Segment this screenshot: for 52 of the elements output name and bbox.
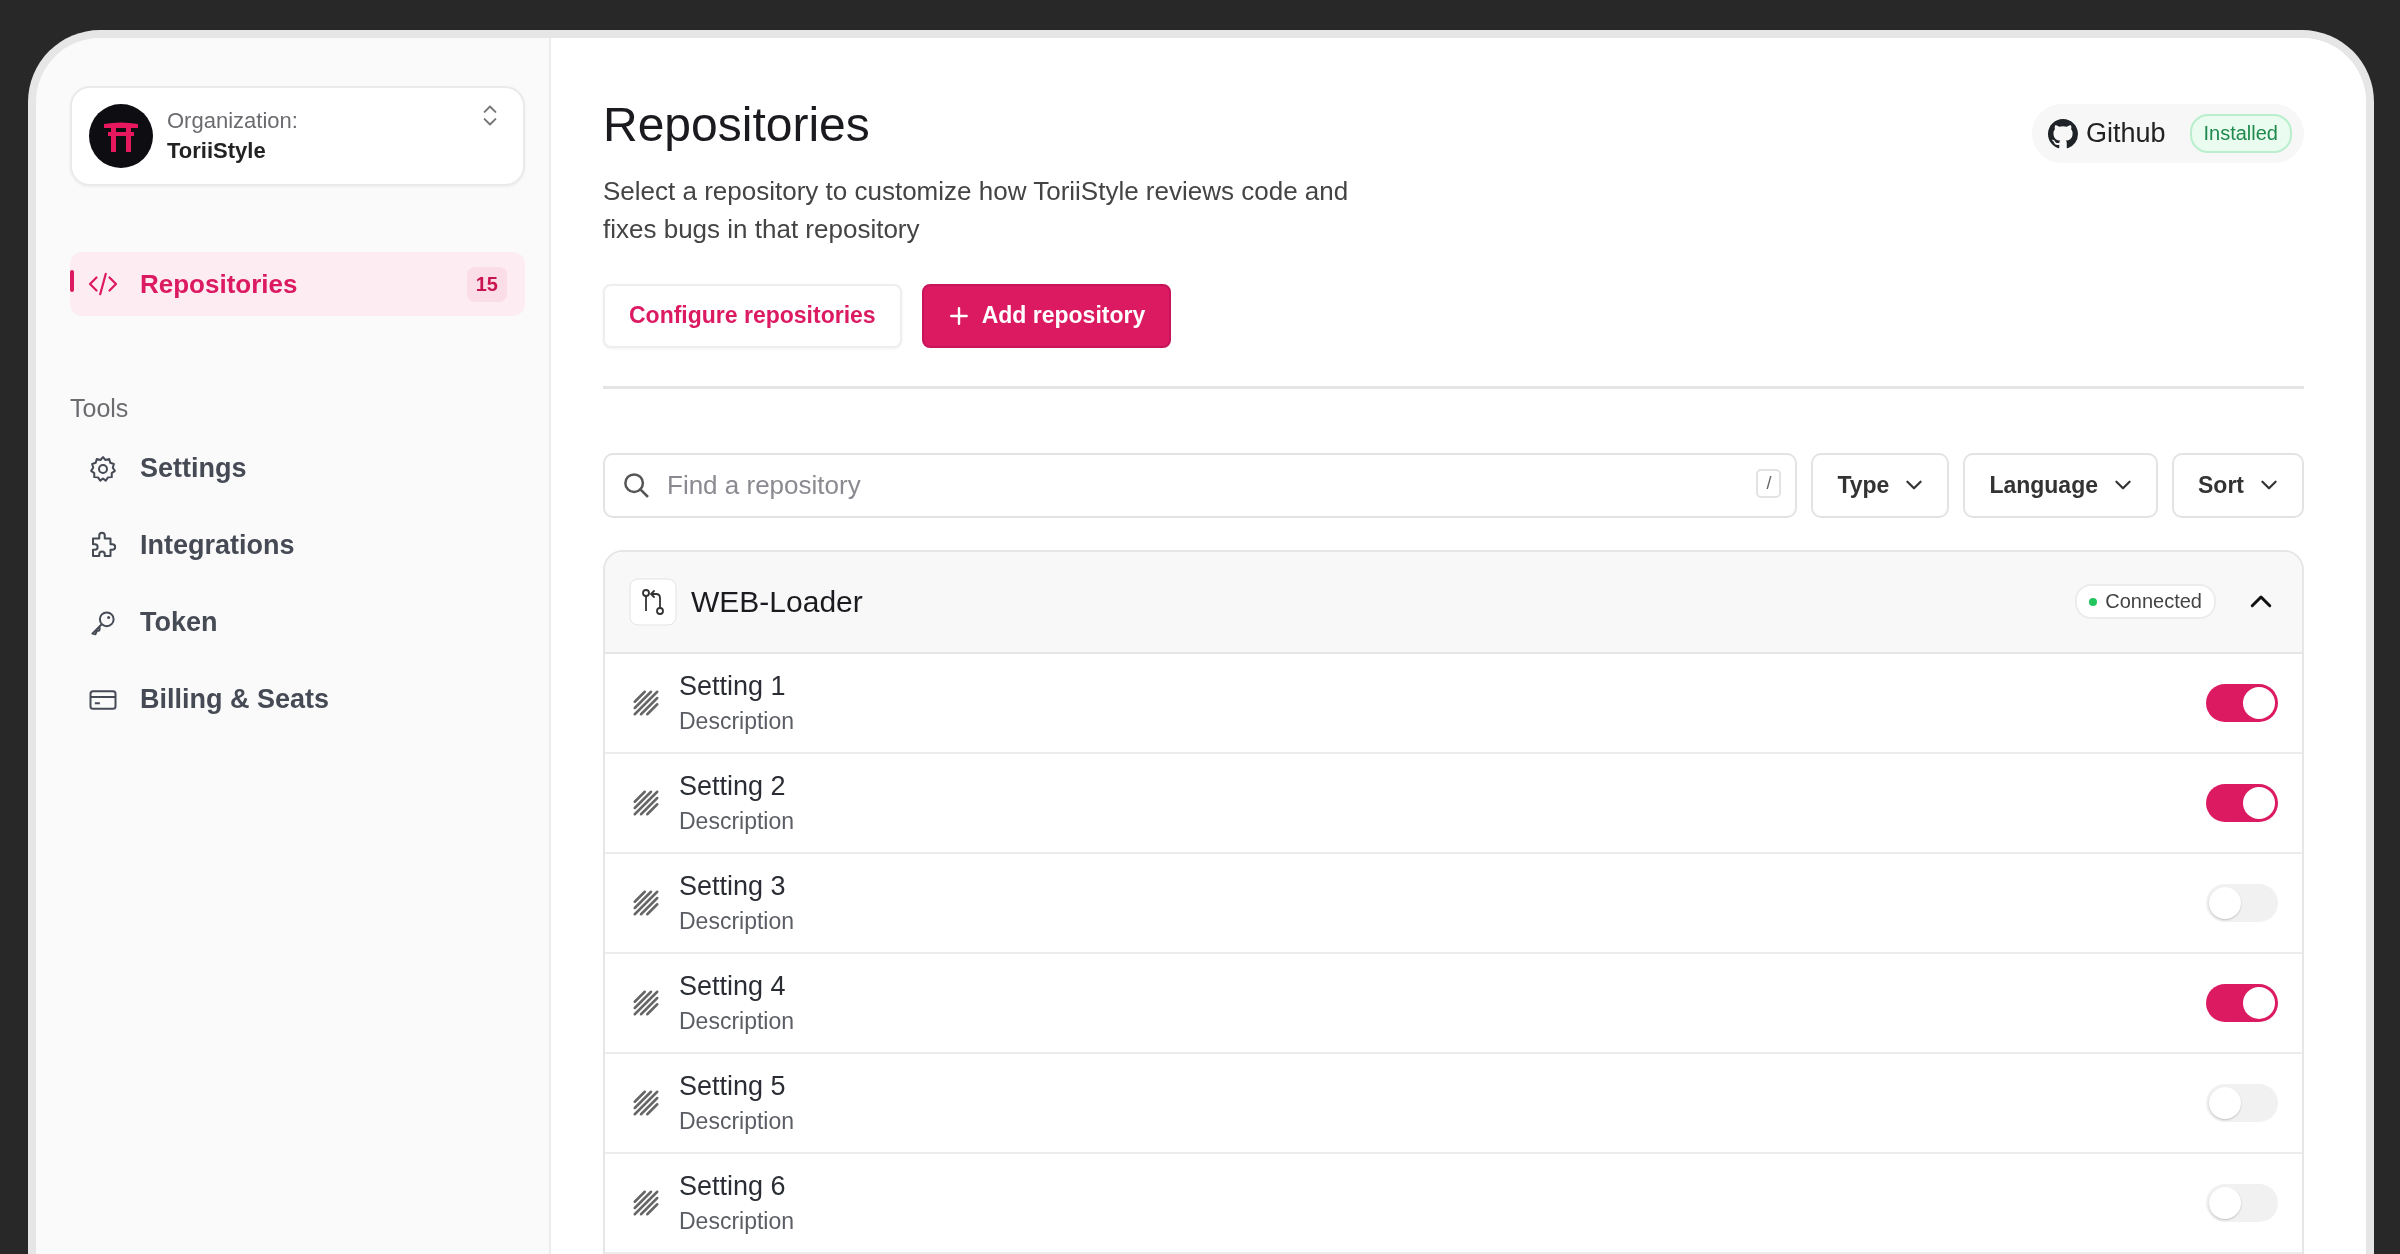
- section-heading: Tools: [70, 394, 130, 423]
- nav-item[interactable]: Settings: [70, 437, 525, 500]
- toggle-switch[interactable]: [2206, 1083, 2278, 1122]
- setting-description: Description: [679, 907, 796, 935]
- hatch-icon: [631, 787, 661, 818]
- toggle-switch[interactable]: [2206, 783, 2278, 822]
- setting-name: Setting 3: [679, 870, 787, 902]
- settings-icon: [88, 453, 118, 484]
- setting-name: Setting 1: [679, 670, 787, 702]
- setting-name: Setting 6: [679, 1170, 787, 1202]
- setting-description: Description: [679, 1107, 796, 1135]
- page-title: Repositories: [603, 97, 871, 153]
- code-icon: [88, 271, 118, 297]
- filter-dropdown[interactable]: Sort: [2172, 452, 2304, 518]
- setting-name: Setting 2: [679, 770, 787, 802]
- plus-icon: [947, 304, 970, 327]
- repository-name: WEB-Loader: [691, 584, 864, 619]
- organization-switcher[interactable]: Organization: ToriiStyle: [70, 86, 525, 186]
- toggle-switch[interactable]: [2206, 883, 2278, 922]
- toggle-switch[interactable]: [2206, 983, 2278, 1022]
- organization-name: ToriiStyle: [167, 138, 267, 164]
- pull-request-icon: [629, 577, 677, 626]
- status-badge: Connected: [2075, 584, 2216, 620]
- github-logo-icon: [2047, 118, 2078, 149]
- torii-logo-icon: [89, 104, 153, 168]
- setting-description: Description: [679, 707, 796, 735]
- setting-description: Description: [679, 807, 796, 835]
- status-badge: Installed: [2189, 114, 2292, 153]
- hatch-icon: [631, 687, 661, 718]
- hatch-icon: [631, 1187, 661, 1218]
- repository-count: 15: [466, 266, 507, 302]
- nav-item[interactable]: Integrations: [70, 514, 525, 577]
- hatch-icon: [631, 1087, 661, 1118]
- hatch-icon: [631, 987, 661, 1018]
- setting-name: Setting 5: [679, 1070, 787, 1102]
- organization-label: Organization:: [167, 108, 299, 134]
- add-repository-button[interactable]: Add repository: [921, 283, 1172, 348]
- toggle-switch[interactable]: [2206, 683, 2278, 722]
- page-description: Select a repository to customize how ToriiStyle reviews code and fixes bugs in that repository: [603, 174, 1350, 246]
- configure-button[interactable]: Configure repositories: [603, 283, 902, 348]
- integration-name: Github: [2085, 118, 2166, 149]
- nav-item[interactable]: Token: [70, 591, 525, 654]
- setting-description: Description: [679, 1207, 796, 1235]
- filter-dropdown[interactable]: Type: [1811, 452, 1950, 518]
- nav-item[interactable]: Repositories 15: [70, 252, 525, 316]
- toggle-switch[interactable]: [2206, 1183, 2278, 1222]
- filter-dropdown[interactable]: Language: [1963, 452, 2158, 518]
- hatch-icon: [631, 887, 661, 918]
- setting-description: Description: [679, 1007, 796, 1035]
- shortcut-key: /: [1756, 468, 1782, 498]
- setting-name: Setting 4: [679, 970, 787, 1002]
- nav-item[interactable]: Billing & Seats: [70, 668, 525, 731]
